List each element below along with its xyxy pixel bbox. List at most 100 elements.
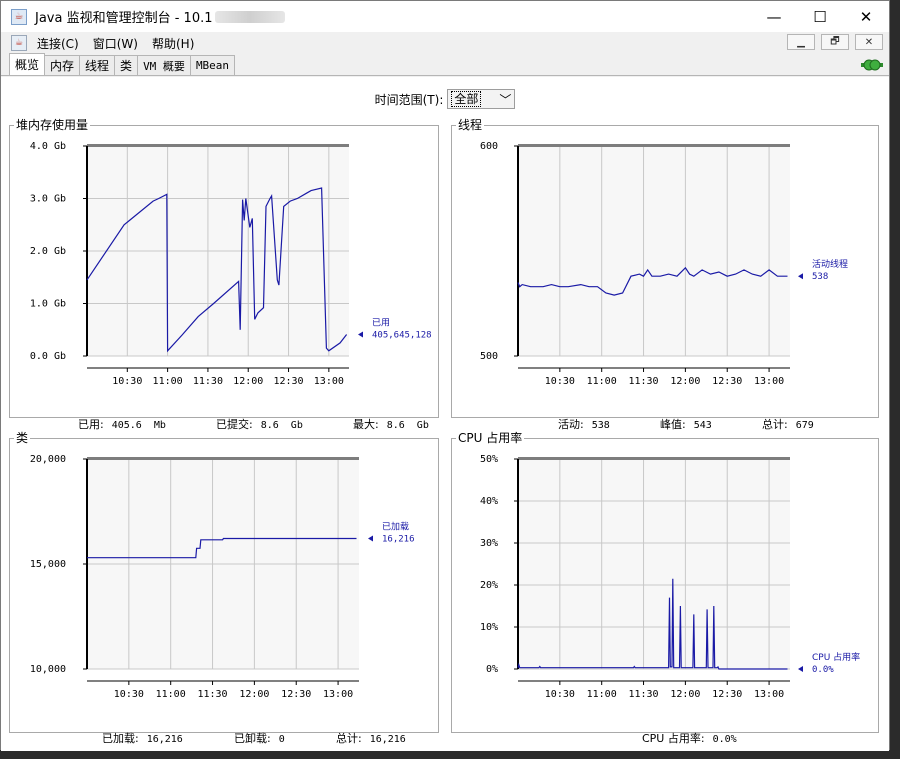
java-cup-icon: ☕ xyxy=(11,8,27,25)
threads-chart: 600 500 10:30 11:00 11:30 12:00 12:30 13:00 活动线程… xyxy=(480,141,848,387)
plot-top-border xyxy=(87,457,359,460)
y-tick-label: 3.0 Gb xyxy=(30,194,66,205)
x-tick-label: 12:00 xyxy=(233,376,263,387)
y-tick-label: 4.0 Gb xyxy=(30,141,66,152)
y-tick-label: 500 xyxy=(480,351,498,362)
x-tick-label: 11:30 xyxy=(628,376,658,387)
overview-content: 时间范围(T): 全部 ﹀ 堆内存使用量 4.0 Gb 3.0 Gb 2.0 Gb 1… xyxy=(1,77,889,751)
legend-name: 已加载 xyxy=(382,520,409,532)
maximize-button[interactable]: ☐ xyxy=(797,1,843,32)
legend-marker xyxy=(358,331,363,338)
time-range-value: 全部 xyxy=(451,91,482,107)
y-tick-label: 10% xyxy=(480,622,498,633)
plot-area xyxy=(518,146,790,356)
plot-top-border xyxy=(87,144,349,147)
tab-memory[interactable]: 内存 xyxy=(44,55,81,75)
stat-loaded-value: 16,216 xyxy=(146,734,183,745)
x-tick-label: 11:30 xyxy=(628,689,658,700)
heap-memory-chart: 4.0 Gb 3.0 Gb 2.0 Gb 1.0 Gb 0.0 Gb 10:30 11:00… xyxy=(30,141,432,387)
x-tick-label: 12:30 xyxy=(281,689,311,700)
x-tick-label: 11:30 xyxy=(193,376,223,387)
tab-overview[interactable]: 概览 xyxy=(9,53,46,75)
plot-area xyxy=(518,459,790,669)
tab-vm-summary[interactable]: VM 概要 xyxy=(137,55,191,75)
stat-live-value: 538 xyxy=(591,420,610,431)
x-tick-label: 11:00 xyxy=(587,376,617,387)
stat-total-label: 总计: xyxy=(761,418,788,431)
x-tick-label: 11:00 xyxy=(587,689,617,700)
redacted-host xyxy=(214,10,285,23)
x-tick-label: 13:00 xyxy=(314,376,344,387)
y-tick-label: 40% xyxy=(480,496,498,507)
x-tick-label: 12:00 xyxy=(670,376,700,387)
inner-close-button[interactable]: ✕ xyxy=(855,34,883,50)
classes-stats-total: 总计: 16,216 xyxy=(308,717,406,759)
legend-marker xyxy=(798,666,803,672)
stat-total-value: 679 xyxy=(795,420,814,431)
menu-window[interactable]: 窗口(W) xyxy=(93,35,138,52)
inner-restore-button[interactable]: 🗗 xyxy=(821,34,849,50)
classes-panel: 类 20,000 15,000 10,000 10:30 11:00 11:30 12:00… xyxy=(9,431,439,745)
cpu-usage-panel: CPU 占用率 50% 40% 30% 20% 10% 0% 10:30 11:00 11:30… xyxy=(451,431,879,745)
legend-name: CPU 占用率 xyxy=(812,651,860,663)
stat-committed-value: 8.6 Gb xyxy=(260,420,303,431)
y-tick-label: 50% xyxy=(480,454,498,465)
stat-committed-label: 已提交: xyxy=(215,418,253,431)
stat-class-total-value: 16,216 xyxy=(369,734,406,745)
stat-peak-label: 峰值: xyxy=(659,418,686,431)
x-tick-label: 11:00 xyxy=(156,689,186,700)
heap-memory-panel: 堆内存使用量 4.0 Gb 3.0 Gb 2.0 Gb 1.0 Gb 0.0 Gb 10:… xyxy=(9,118,439,431)
y-tick-label: 30% xyxy=(480,538,498,549)
tab-classes[interactable]: 类 xyxy=(114,55,139,75)
y-tick-label: 2.0 Gb xyxy=(30,246,66,257)
y-tick-label: 1.0 Gb xyxy=(30,299,66,310)
stat-live-label: 活动: xyxy=(557,418,584,431)
menu-help[interactable]: 帮助(H) xyxy=(152,35,194,52)
close-button[interactable]: ✕ xyxy=(843,1,889,32)
x-tick-label: 13:00 xyxy=(754,689,784,700)
window-title: Java 监视和管理控制台 - 10.1 xyxy=(35,11,213,26)
tab-mbean[interactable]: MBean xyxy=(189,55,236,75)
tab-bar: 概览 内存 线程 类 VM 概要 MBean xyxy=(1,53,889,76)
jconsole-window: ☕ Java 监视和管理控制台 - 10.1 — ☐ ✕ ☕ 连接(C) 窗口(… xyxy=(0,0,890,751)
time-range-label: 时间范围(T): xyxy=(374,92,444,107)
stat-unloaded-value: 0 xyxy=(278,734,285,745)
chevron-down-icon: ﹀ xyxy=(499,92,512,107)
tab-threads[interactable]: 线程 xyxy=(79,55,116,75)
x-tick-label: 12:30 xyxy=(712,376,742,387)
x-tick-label: 11:30 xyxy=(197,689,227,700)
y-tick-label: 0.0 Gb xyxy=(30,351,66,362)
x-tick-label: 12:30 xyxy=(712,689,742,700)
stat-cpu-label: CPU 占用率: xyxy=(641,732,705,745)
legend-name: 活动线程 xyxy=(812,258,848,270)
minimize-button[interactable]: — xyxy=(751,1,797,32)
y-tick-label: 20% xyxy=(480,580,498,591)
inner-minimize-button[interactable]: ▁ xyxy=(787,34,815,50)
x-tick-label: 13:00 xyxy=(323,689,353,700)
threads-panel: 线程 600 500 10:30 11:00 11:30 12:00 12:30 13:00 活… xyxy=(451,118,879,431)
legend-value: 16,216 xyxy=(382,534,415,544)
stat-class-total-label: 总计: xyxy=(335,732,362,745)
plot-top-border xyxy=(518,144,790,147)
classes-chart: 20,000 15,000 10,000 10:30 11:00 11:30 12:00 12… xyxy=(30,454,415,700)
x-tick-label: 10:30 xyxy=(112,376,142,387)
java-cup-icon[interactable]: ☕ xyxy=(11,35,27,51)
x-tick-label: 12:00 xyxy=(670,689,700,700)
legend-value: 405,645,128 xyxy=(372,330,432,340)
x-tick-label: 12:00 xyxy=(239,689,269,700)
stat-used-value: 405.6 Mb xyxy=(111,420,166,431)
legend-value: 0.0% xyxy=(812,665,834,675)
cpu-usage-chart: 50% 40% 30% 20% 10% 0% 10:30 11:00 11:30 12:00 12:… xyxy=(480,454,860,700)
menu-connection[interactable]: 连接(C) xyxy=(37,35,79,52)
y-tick-label: 0% xyxy=(486,664,498,675)
classes-stats-unloaded: 已卸载: 0 xyxy=(206,717,285,759)
x-tick-label: 10:30 xyxy=(545,689,575,700)
classes-stats-loaded: 已加载: 16,216 xyxy=(74,717,183,759)
title-bar[interactable]: ☕ Java 监视和管理控制台 - 10.1 — ☐ ✕ xyxy=(1,1,889,32)
x-tick-label: 12:30 xyxy=(273,376,303,387)
time-range-select[interactable]: 全部 ﹀ xyxy=(447,89,516,109)
x-tick-label: 10:30 xyxy=(114,689,144,700)
x-tick-label: 11:00 xyxy=(153,376,183,387)
legend-marker xyxy=(368,535,373,542)
plot-top-border xyxy=(518,457,790,460)
